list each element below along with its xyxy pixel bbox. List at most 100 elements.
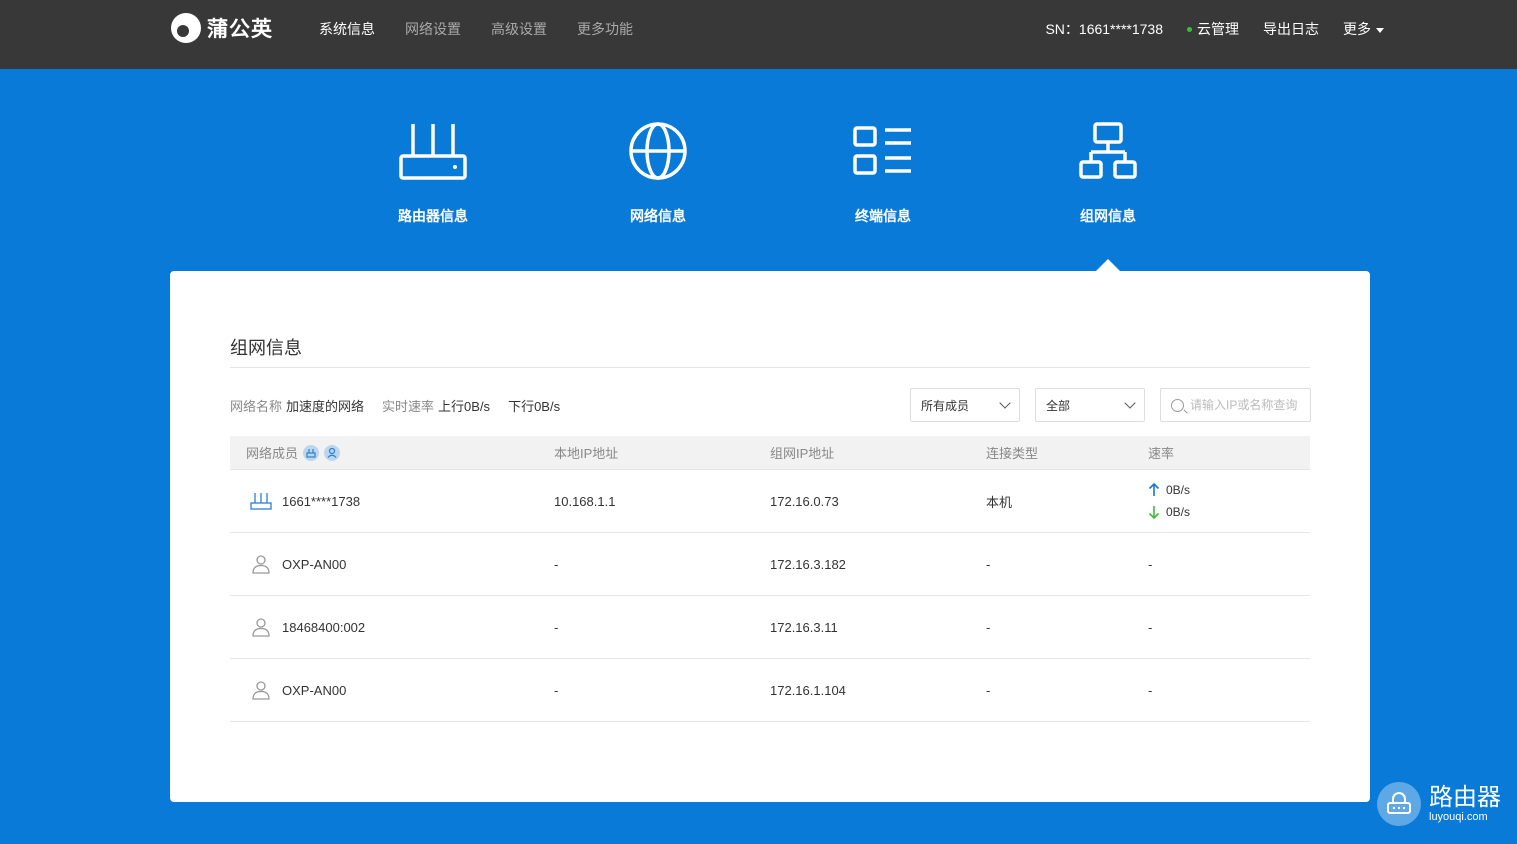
user-icon <box>252 618 270 637</box>
tab-network-info-label: 网络信息 <box>630 208 686 224</box>
user-filter-badge-icon[interactable] <box>324 444 341 461</box>
title-divider <box>230 367 1310 368</box>
member-filter-value: 所有成员 <box>921 398 970 413</box>
speed-cell: - <box>1148 619 1153 635</box>
watermark-url: luyouqi.com <box>1429 811 1488 823</box>
header-speed: 速率 <box>1148 446 1175 461</box>
member-filter-select[interactable]: 所有成员 <box>910 388 1020 422</box>
table-row[interactable]: 18468400:002 - 172.16.3.11 - - <box>230 596 1310 659</box>
tab-terminal-info[interactable]: 终端信息 <box>818 120 948 226</box>
connection-type: 本机 <box>986 494 1013 510</box>
table-header: 网络成员 本地IP地址 组网IP地址 连接类型 速率 <box>230 436 1310 470</box>
speed-cell: 0B/s 0B/s <box>1148 470 1190 532</box>
mesh-ip: 172.16.0.73 <box>770 493 839 509</box>
table-row[interactable]: OXP-AN00 - 172.16.1.104 - - <box>230 659 1310 722</box>
cloud-manage-link[interactable]: 云管理 <box>1187 19 1239 39</box>
tab-router-info-label: 路由器信息 <box>398 208 468 224</box>
search-icon <box>1171 398 1184 412</box>
caret-down-icon <box>1376 27 1384 33</box>
tab-mesh-info-label: 组网信息 <box>1080 208 1136 224</box>
local-ip: - <box>554 619 559 635</box>
search-input[interactable] <box>1190 398 1305 412</box>
table-row[interactable]: 1661****1738 10.168.1.1 172.16.0.73 本机 0… <box>230 470 1310 533</box>
tab-terminal-info-label: 终端信息 <box>855 208 911 224</box>
terminal-list-icon <box>853 126 911 175</box>
member-cell: OXP-AN00 <box>250 533 346 595</box>
export-log-link[interactable]: 导出日志 <box>1263 19 1319 39</box>
watermark-title: 路由器 <box>1429 784 1501 811</box>
router-icon <box>399 124 467 180</box>
connection-type: - <box>986 556 991 572</box>
brand-name: 蒲公英 <box>207 18 273 41</box>
connection-type: - <box>986 682 991 698</box>
arrow-up-icon <box>1148 483 1160 496</box>
download-speed: 0B/s <box>1148 505 1190 519</box>
download-speed-value: 0B/s <box>1166 505 1191 519</box>
down-rate-value: 下行0B/s <box>508 399 561 414</box>
upload-speed-value: 0B/s <box>1166 483 1191 497</box>
router-icon <box>250 493 272 510</box>
member-cell: 1661****1738 <box>250 470 360 532</box>
connection-type: - <box>986 619 991 635</box>
arrow-down-icon <box>1148 506 1160 519</box>
user-icon <box>252 681 270 700</box>
watermark-router-icon <box>1377 782 1421 826</box>
top-bar: 蒲公英 系统信息 网络设置 高级设置 更多功能 SN：1661****1738 … <box>0 0 1517 69</box>
tab-network-info[interactable]: 网络信息 <box>593 120 723 226</box>
member-cell: 18468400:002 <box>250 596 365 658</box>
speed-cell: - <box>1148 682 1153 698</box>
right-nav: SN：1661****1738 云管理 导出日志 更多 <box>1045 19 1384 39</box>
mesh-ip: 172.16.1.104 <box>770 682 846 698</box>
mesh-ip: 172.16.3.182 <box>770 556 846 572</box>
watermark: 路由器 luyouqi.com <box>1377 782 1501 826</box>
upload-speed: 0B/s <box>1148 483 1190 497</box>
globe-icon <box>629 122 687 180</box>
network-topology-icon <box>1079 122 1137 179</box>
brand-logo[interactable]: 蒲公英 <box>171 12 273 44</box>
member-name: OXP-AN00 <box>282 556 347 572</box>
chevron-down-icon <box>1124 397 1136 409</box>
tab-router-info[interactable]: 路由器信息 <box>368 120 498 226</box>
header-local-ip: 本地IP地址 <box>554 446 619 461</box>
network-name-value: 加速度的网络 <box>286 399 365 414</box>
online-status-dot-icon <box>1187 26 1192 32</box>
member-cell: OXP-AN00 <box>250 659 346 721</box>
member-name: 18468400:002 <box>282 619 366 635</box>
member-name: OXP-AN00 <box>282 682 347 698</box>
more-menu-label: 更多 <box>1343 21 1371 37</box>
main-nav: 系统信息 网络设置 高级设置 更多功能 <box>319 19 633 39</box>
speed-cell: - <box>1148 556 1153 572</box>
chevron-down-icon <box>999 397 1011 409</box>
nav-item-system-info[interactable]: 系统信息 <box>319 19 375 39</box>
user-icon <box>252 555 270 574</box>
local-ip: 10.168.1.1 <box>554 493 616 509</box>
up-rate-value: 上行0B/s <box>438 399 491 414</box>
header-members: 网络成员 <box>246 436 341 469</box>
tab-mesh-info[interactable]: 组网信息 <box>1043 120 1173 226</box>
header-mesh-ip: 组网IP地址 <box>770 446 835 461</box>
network-name-label: 网络名称 <box>230 399 283 414</box>
mesh-ip: 172.16.3.11 <box>770 619 838 635</box>
type-filter-select[interactable]: 全部 <box>1035 388 1145 422</box>
local-ip: - <box>554 682 559 698</box>
nav-item-network-settings[interactable]: 网络设置 <box>405 19 461 39</box>
search-box <box>1160 388 1311 422</box>
header-connection-type: 连接类型 <box>986 446 1039 461</box>
more-menu[interactable]: 更多 <box>1343 19 1384 39</box>
panel-title: 组网信息 <box>230 338 302 358</box>
network-summary: 网络名称 加速度的网络 实时速率 上行0B/s 下行0B/s <box>230 396 560 415</box>
nav-item-more-features[interactable]: 更多功能 <box>577 19 633 39</box>
type-filter-value: 全部 <box>1046 398 1071 413</box>
local-ip: - <box>554 556 559 572</box>
active-tab-pointer <box>1096 259 1120 271</box>
header-members-label: 网络成员 <box>246 446 299 461</box>
dandelion-logo-icon <box>171 13 201 43</box>
nav-item-advanced-settings[interactable]: 高级设置 <box>491 19 547 39</box>
cloud-manage-label: 云管理 <box>1197 21 1239 37</box>
serial-number: SN：1661****1738 <box>1045 21 1163 37</box>
watermark-text: 路由器 luyouqi.com <box>1429 784 1501 824</box>
mesh-info-panel: 组网信息 网络名称 加速度的网络 实时速率 上行0B/s 下行0B/s 所有成员… <box>170 271 1370 802</box>
member-name: 1661****1738 <box>282 493 361 509</box>
table-row[interactable]: OXP-AN00 - 172.16.3.182 - - <box>230 533 1310 596</box>
router-filter-badge-icon[interactable] <box>303 444 320 461</box>
